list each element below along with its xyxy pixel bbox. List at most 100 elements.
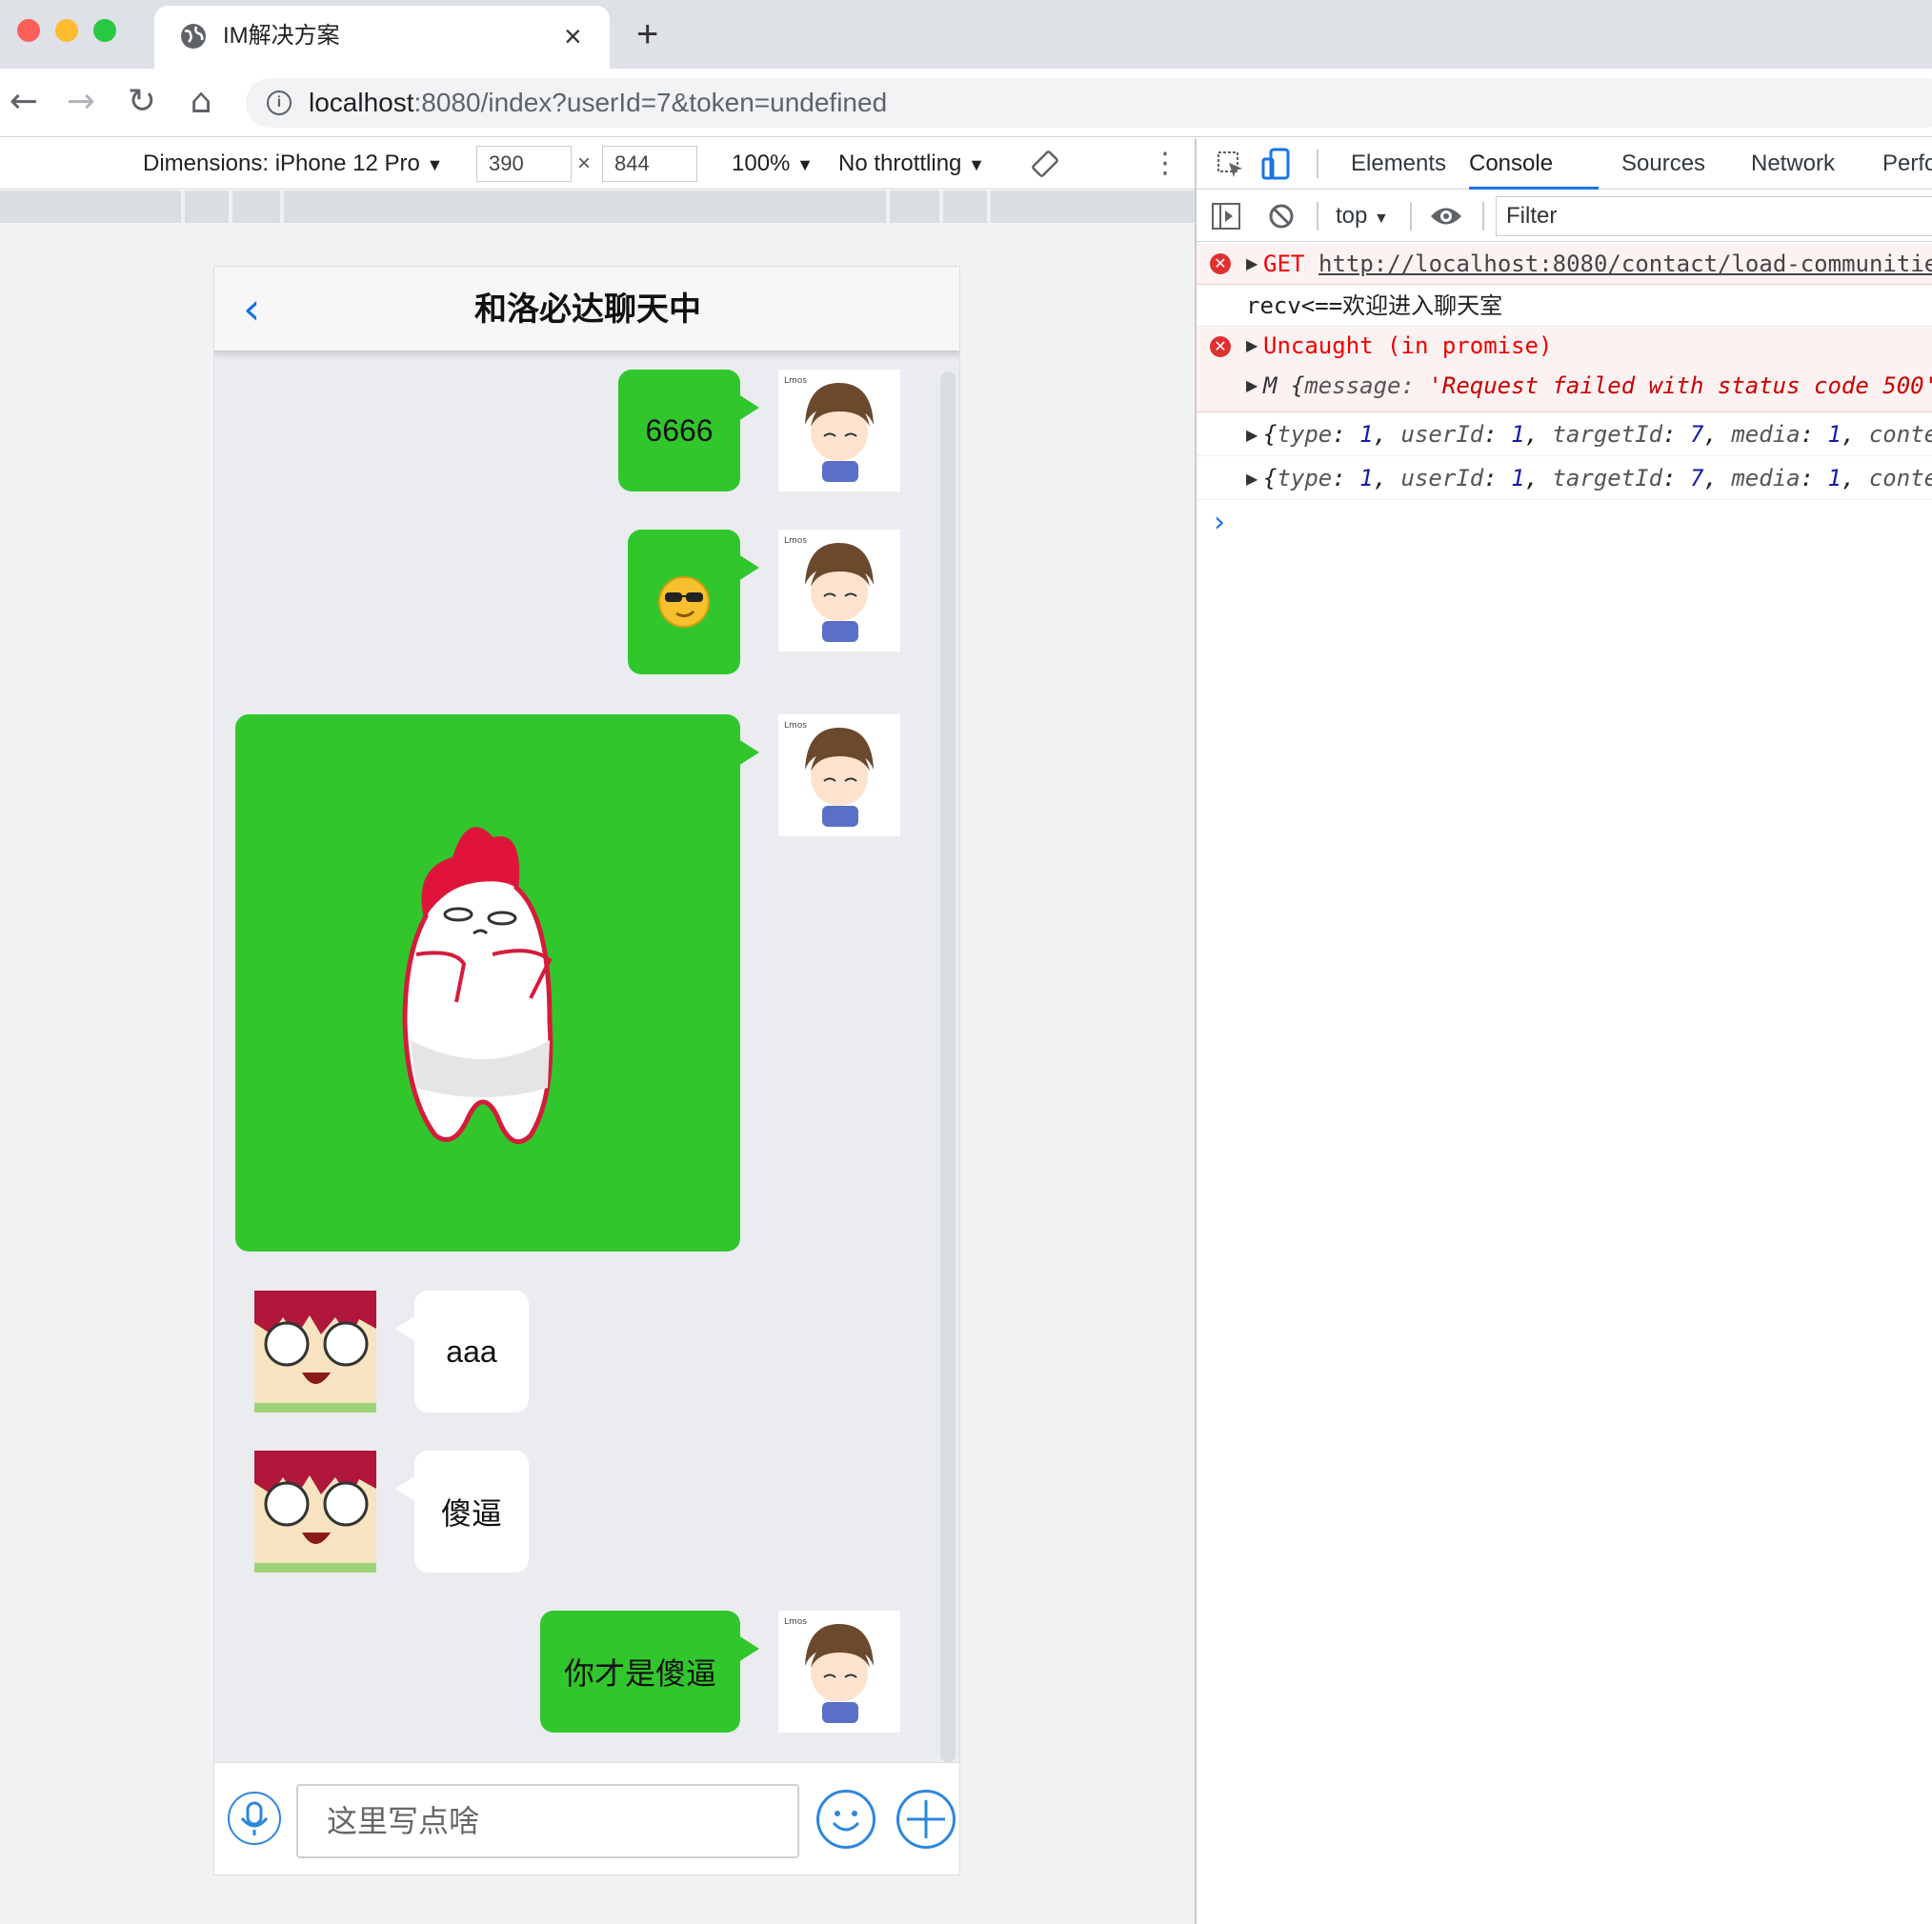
info-icon[interactable]: i <box>267 90 292 115</box>
message-bubble <box>628 530 759 674</box>
close-tab-icon[interactable]: × <box>564 17 582 55</box>
back-chevron-icon[interactable]: ‹ <box>243 282 291 335</box>
message-bubble: 傻逼 <box>395 1451 529 1573</box>
red-hair-blob-sticker <box>402 827 553 1145</box>
zoom-value: 100% <box>732 150 791 176</box>
tab-sources[interactable]: Sources <box>1621 138 1705 190</box>
forward-arrow-icon[interactable]: → <box>57 78 105 126</box>
cartoon-boy-avatar: Lmos <box>784 1617 874 1723</box>
svg-text:Lmos: Lmos <box>784 721 807 731</box>
context-value: top <box>1336 203 1368 229</box>
throttling-select[interactable]: No throttling ▼ <box>838 138 985 190</box>
minimize-window-button[interactable] <box>55 19 78 42</box>
device-width-input[interactable]: 390 <box>476 146 572 182</box>
cartoon-boy-avatar: Lmos <box>784 721 874 827</box>
times-separator: × <box>577 150 592 176</box>
more-options-icon[interactable]: ⋮ <box>1151 138 1179 190</box>
device-toolbar: Dimensions: iPhone 12 Pro ▼ 390 × 844 10… <box>0 138 1195 190</box>
inspect-element-icon[interactable] <box>1216 150 1246 180</box>
my-avatar[interactable]: Lmos <box>778 530 900 651</box>
zoom-window-button[interactable] <box>93 19 116 42</box>
message-text: 傻逼 <box>440 1496 502 1531</box>
microphone-button[interactable] <box>228 1792 281 1845</box>
cool-emoji-icon <box>655 573 713 631</box>
device-select[interactable]: Dimensions: iPhone 12 Pro ▼ <box>143 138 443 190</box>
message-bubble: aaa <box>395 1291 529 1413</box>
error-icon: ✕ <box>1210 336 1231 357</box>
console-error-row: ✕ ▶ Uncaught (in promise) ▶ M {message: … <box>1197 327 1932 412</box>
zoom-select[interactable]: 100% ▼ <box>732 138 814 190</box>
svg-text:Lmos: Lmos <box>784 376 807 386</box>
anime-redhead-avatar <box>254 1451 376 1573</box>
cartoon-boy-avatar: Lmos <box>784 536 874 642</box>
devtools-panel: Elements Console Sources Network Perfo t… <box>1195 138 1932 1924</box>
back-arrow-icon[interactable]: ← <box>0 78 48 126</box>
home-icon[interactable]: ⌂ <box>177 78 225 126</box>
error-object-value: 'Request failed with status code 500' <box>1428 372 1932 399</box>
my-avatar[interactable]: Lmos <box>778 1611 900 1733</box>
devtools-tab-bar: Elements Console Sources Network Perfo <box>1197 138 1932 190</box>
active-tab-indicator <box>1469 187 1599 190</box>
url-host: localhost <box>309 88 414 117</box>
log-message: recv<==欢迎进入聊天室 <box>1246 292 1503 319</box>
tab-title: IM解决方案 <box>223 23 340 49</box>
object-preview: {type: 1, userId: 1, targetId: 7, media:… <box>1263 465 1932 491</box>
error-object-key: message <box>1304 372 1401 399</box>
expand-triangle-icon[interactable]: ▶ <box>1246 470 1258 488</box>
console-error-row: ✕ ▶ GET http://localhost:8080/contact/lo… <box>1197 243 1932 285</box>
tab-performance[interactable]: Perfo <box>1882 138 1932 190</box>
expand-triangle-icon[interactable]: ▶ <box>1246 376 1258 394</box>
expand-triangle-icon[interactable]: ▶ <box>1246 426 1258 444</box>
error-message: Uncaught (in promise) <box>1263 332 1553 359</box>
request-url-link[interactable]: http://localhost:8080/contact/load-commu… <box>1318 251 1932 277</box>
eye-icon[interactable] <box>1429 204 1463 229</box>
dropdown-arrow-icon: ▼ <box>1374 210 1389 227</box>
rotate-icon[interactable] <box>1031 150 1059 178</box>
message-input[interactable]: 这里写点啥 <box>296 1784 799 1858</box>
add-button[interactable] <box>896 1790 956 1849</box>
message-text: 你才是傻逼 <box>563 1656 716 1691</box>
tab-network[interactable]: Network <box>1751 138 1835 190</box>
url-text[interactable]: localhost:8080/index?userId=7&token=unde… <box>309 78 887 128</box>
plus-icon <box>907 1800 945 1838</box>
device-toggle-icon[interactable] <box>1261 148 1292 182</box>
device-height-input[interactable]: 844 <box>602 146 697 182</box>
url-path: :8080/index?userId=7&token=undefined <box>413 88 888 117</box>
contact-avatar[interactable] <box>254 1451 376 1573</box>
new-tab-button[interactable]: + <box>636 11 658 57</box>
close-window-button[interactable] <box>17 19 40 42</box>
tab-console[interactable]: Console <box>1469 138 1553 190</box>
my-avatar[interactable]: Lmos <box>778 370 900 491</box>
contact-avatar[interactable] <box>254 1291 376 1413</box>
dropdown-arrow-icon: ▼ <box>796 155 814 174</box>
svg-text:Lmos: Lmos <box>784 1617 807 1627</box>
microphone-icon <box>240 1801 269 1835</box>
phone-screen: 和洛必达聊天中 ‹ 6666 Lmos Lmos Lmos aaa 傻逼 你才是… <box>213 266 960 1875</box>
console-object-row[interactable]: ▶ {type: 1, userId: 1, targetId: 7, medi… <box>1197 456 1932 500</box>
browser-tab[interactable]: IM解决方案 × <box>154 6 610 69</box>
chat-scrollbar[interactable] <box>940 371 956 1762</box>
expand-triangle-icon[interactable]: ▶ <box>1246 336 1258 354</box>
anime-redhead-avatar <box>254 1291 376 1413</box>
console-filter-input[interactable]: Filter <box>1496 196 1932 236</box>
object-preview: {type: 1, userId: 1, targetId: 7, media:… <box>1263 421 1932 448</box>
context-select[interactable]: top ▼ <box>1336 190 1389 245</box>
cartoon-boy-avatar: Lmos <box>784 376 874 482</box>
message-text: aaa <box>446 1333 497 1369</box>
error-object-prefix: M { <box>1263 372 1305 399</box>
chat-title: 和洛必达聊天中 <box>474 291 701 328</box>
media-query-ruler <box>0 190 1195 223</box>
globe-icon <box>181 24 206 49</box>
address-bar[interactable]: i localhost:8080/index?userId=7&token=un… <box>246 78 1932 128</box>
my-avatar[interactable]: Lmos <box>778 714 900 836</box>
expand-triangle-icon[interactable]: ▶ <box>1246 254 1258 272</box>
console-object-row[interactable]: ▶ {type: 1, userId: 1, targetId: 7, medi… <box>1197 412 1932 456</box>
console-prompt-icon[interactable]: › <box>1214 504 1225 542</box>
error-icon: ✕ <box>1210 253 1231 274</box>
emoji-button[interactable] <box>816 1790 875 1849</box>
reload-icon[interactable]: ↻ <box>118 78 166 126</box>
sidebar-toggle-icon[interactable] <box>1212 203 1240 230</box>
clear-console-icon[interactable] <box>1267 202 1296 230</box>
svg-text:Lmos: Lmos <box>784 536 807 546</box>
tab-elements[interactable]: Elements <box>1351 138 1446 190</box>
